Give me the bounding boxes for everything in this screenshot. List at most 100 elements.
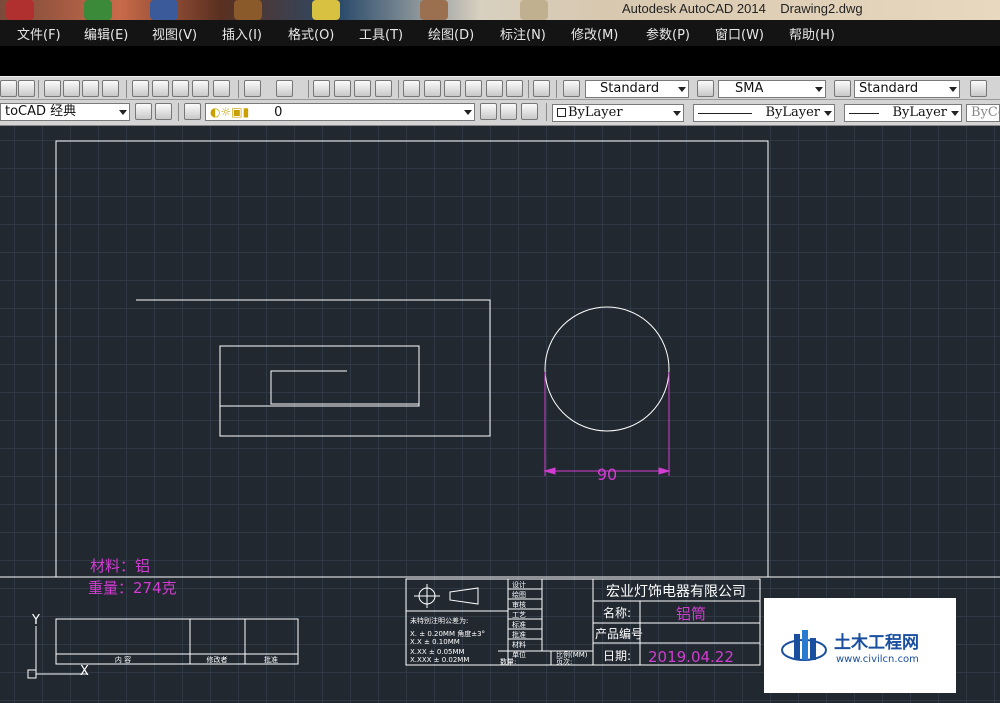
dim-style-select[interactable]: SMA (718, 80, 826, 98)
app-icon[interactable] (150, 0, 178, 20)
chevron-down-icon (464, 110, 472, 115)
menu-insert[interactable]: 插入(I) (222, 24, 262, 43)
app-icon[interactable] (520, 0, 548, 20)
role-labels: 设计 绘图 审核 工艺 标准 批准 材料 (512, 580, 526, 649)
save-icon[interactable] (18, 80, 35, 97)
chevron-down-icon (815, 87, 823, 92)
markup-icon[interactable] (486, 80, 503, 97)
lineweight-select[interactable]: ByLayer (844, 104, 962, 122)
layer-previous-icon[interactable] (500, 103, 517, 120)
table-style-icon[interactable] (834, 80, 851, 97)
linetype-select[interactable]: ByLayer (693, 104, 835, 122)
layer-select[interactable]: ◐☼▣▮ 0 (205, 103, 475, 121)
layer-state-icons: ◐☼▣▮ (210, 105, 250, 119)
menu-format[interactable]: 格式(O) (288, 24, 334, 43)
toolbar-separator (398, 80, 399, 98)
paste-special-icon[interactable] (192, 80, 209, 97)
app-icon[interactable] (234, 0, 262, 20)
multileader-style-icon[interactable] (970, 80, 987, 97)
app-icon[interactable] (312, 0, 340, 20)
menu-file[interactable]: 文件(F) (17, 24, 61, 43)
plotstyle-value: ByCo (971, 105, 999, 120)
workspace-value: toCAD 经典 (5, 104, 77, 119)
paste-icon[interactable] (172, 80, 189, 97)
layers-toolbar: toCAD 经典 ◐☼▣▮ 0 ByLayer ByLayer ByLayer … (0, 100, 1000, 126)
dim-style-icon[interactable] (697, 80, 714, 97)
menu-draw[interactable]: 绘图(D) (428, 24, 474, 43)
customize-icon[interactable] (155, 103, 172, 120)
workspace-select[interactable]: toCAD 经典 (0, 103, 130, 121)
menu-modify[interactable]: 修改(M) (571, 24, 618, 43)
menu-view[interactable]: 视图(V) (152, 24, 197, 43)
drawing-frame[interactable] (55, 140, 769, 578)
site-logo-icon (781, 630, 827, 661)
dimension-text: 90 (597, 465, 617, 484)
print-icon[interactable] (44, 80, 61, 97)
redo-icon[interactable] (276, 80, 293, 97)
role-label: 标准 (512, 620, 526, 629)
material-note: 材料：铝 (90, 557, 150, 575)
layer-states-icon[interactable] (521, 103, 538, 120)
chevron-down-icon (949, 87, 957, 92)
text-style-select[interactable]: Standard (585, 80, 689, 98)
tool-palettes-icon[interactable] (444, 80, 461, 97)
3d-print-icon[interactable] (102, 80, 119, 97)
ucs-icon (27, 669, 37, 679)
watermark-url: www.civilcn.com (836, 654, 919, 665)
undo-icon[interactable] (244, 80, 261, 97)
plot-preview-icon[interactable] (63, 80, 80, 97)
chevron-down-icon (678, 87, 686, 92)
inner-rect[interactable] (219, 345, 420, 407)
revision-col-editor: 修改者 (207, 655, 228, 664)
lineweight-sample (849, 113, 879, 114)
help-icon[interactable] (533, 80, 550, 97)
design-center-icon[interactable] (424, 80, 441, 97)
menu-parametric[interactable]: 参数(P) (646, 24, 690, 43)
role-label: 工艺 (512, 611, 526, 619)
pan-icon[interactable] (313, 80, 330, 97)
role-label: 批准 (512, 630, 526, 639)
new-icon[interactable] (0, 80, 17, 97)
zoom-window-icon[interactable] (354, 80, 371, 97)
calculator-icon[interactable] (506, 80, 523, 97)
menu-edit[interactable]: 编辑(E) (84, 24, 128, 43)
role-label: 绘图 (512, 590, 526, 599)
layer-properties-icon[interactable] (184, 103, 201, 120)
color-select[interactable]: ByLayer (552, 104, 684, 122)
dimension-90[interactable] (543, 372, 671, 476)
menu-help[interactable]: 帮助(H) (789, 24, 835, 43)
cut-icon[interactable] (132, 80, 149, 97)
menu-window[interactable]: 窗口(W) (715, 24, 764, 43)
match-properties-icon[interactable] (213, 80, 230, 97)
make-current-icon[interactable] (480, 103, 497, 120)
tolerance-line: X. ± 0.20MM 角度±3° (410, 629, 485, 638)
date-value: 2019.04.22 (648, 648, 734, 666)
menu-dimension[interactable]: 标注(N) (500, 24, 546, 43)
table-style-select[interactable]: Standard (854, 80, 960, 98)
toolbar-separator (308, 80, 309, 98)
plotstyle-select[interactable]: ByCo (966, 104, 1000, 122)
chevron-down-icon (824, 111, 832, 116)
menu-tools[interactable]: 工具(T) (359, 24, 403, 43)
sheet-set-icon[interactable] (465, 80, 482, 97)
app-icon[interactable] (6, 0, 34, 20)
part-outline[interactable] (136, 299, 491, 437)
zoom-realtime-icon[interactable] (334, 80, 351, 97)
app-icon[interactable] (84, 0, 112, 20)
toolbar-separator (126, 80, 127, 98)
chevron-down-icon (119, 110, 127, 115)
toolbar-separator (238, 80, 239, 98)
text-style-icon[interactable] (563, 80, 580, 97)
window-title: Autodesk AutoCAD 2014 Drawing2.dwg (622, 1, 863, 16)
properties-icon[interactable] (403, 80, 420, 97)
table-style-value: Standard (859, 81, 919, 96)
weight-note: 重量：274克 (88, 579, 177, 597)
zoom-previous-icon[interactable] (375, 80, 392, 97)
circle-profile[interactable] (544, 306, 670, 432)
copy-icon[interactable] (152, 80, 169, 97)
workspace-settings-icon[interactable] (135, 103, 152, 120)
app-icon[interactable] (420, 0, 448, 20)
slot-outline[interactable] (270, 370, 419, 405)
toolbar-separator (38, 80, 39, 98)
publish-icon[interactable] (82, 80, 99, 97)
